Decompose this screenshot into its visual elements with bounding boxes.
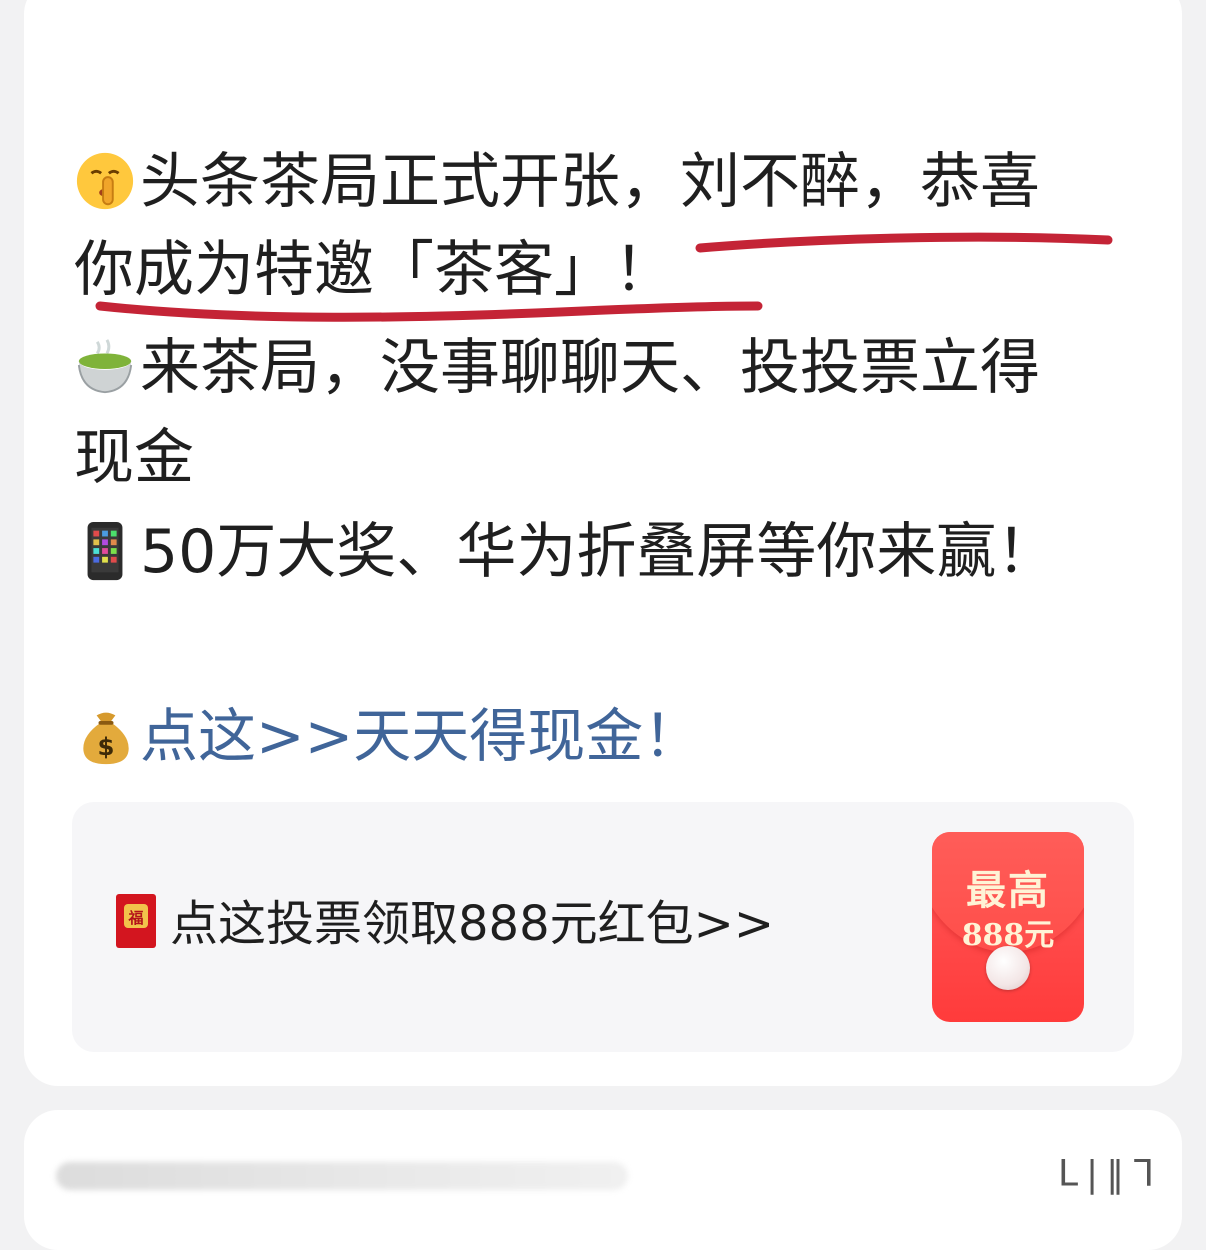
blurred-title-placeholder	[56, 1162, 628, 1190]
tea-cup-icon	[77, 339, 133, 394]
shushing-face-icon	[76, 152, 134, 210]
post-line-5: 50万大奖、华为折叠屏等你来赢！	[74, 520, 1056, 582]
vote-promo-banner[interactable]: 福 点这投票领取888元红包>> 最高 888元	[72, 802, 1134, 1052]
red-packet-title: 最高	[966, 867, 1050, 914]
red-packet-seal	[986, 946, 1030, 990]
next-post-card[interactable]: ᒪ|‖ᒣ	[24, 1110, 1182, 1250]
cash-link[interactable]: $ 点这>>天天得现金！	[76, 706, 701, 766]
line1-text: 头条茶局正式开张，刘不醉，恭喜	[140, 147, 1040, 217]
promo-text-row[interactable]: 福 点这投票领取888元红包>>	[116, 894, 774, 948]
red-envelope-icon: 福	[116, 894, 156, 948]
svg-text:福: 福	[127, 909, 143, 927]
line4-text: 现金	[74, 423, 194, 493]
cash-link-text[interactable]: 点这>>天天得现金！	[140, 702, 701, 770]
post-line-2: 你成为特邀「茶客」！	[74, 240, 674, 300]
next-card-corner-icon: ᒪ|‖ᒣ	[1058, 1154, 1163, 1195]
svg-text:$: $	[98, 732, 115, 761]
post-line-4: 现金	[74, 428, 194, 488]
post-line-1: 头条茶局正式开张，刘不醉，恭喜	[74, 150, 1040, 212]
promo-text[interactable]: 点这投票领取888元红包>>	[170, 896, 774, 952]
line2-text: 你成为特邀「茶客」！	[74, 235, 674, 305]
post-line-3: 来茶局，没事聊聊天、投投票立得	[74, 336, 1040, 398]
line3-text: 来茶局，没事聊聊天、投投票立得	[140, 333, 1040, 403]
red-packet-badge[interactable]: 最高 888元	[932, 832, 1084, 1022]
mobile-phone-icon	[87, 521, 123, 581]
money-bag-icon: $	[83, 712, 129, 765]
line5-text: 50万大奖、华为折叠屏等你来赢！	[140, 517, 1057, 587]
